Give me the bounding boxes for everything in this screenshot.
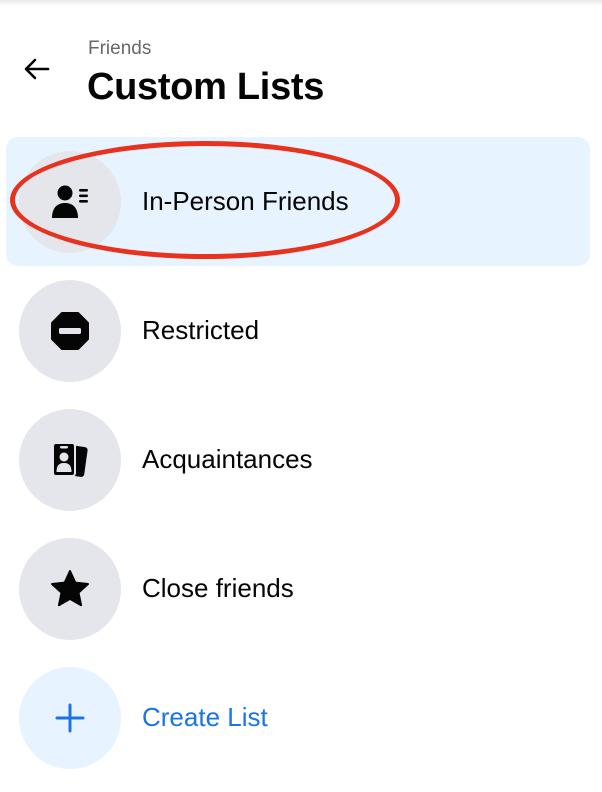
icon-circle	[19, 538, 121, 640]
page-title: Custom Lists	[87, 66, 325, 108]
restricted-icon	[51, 312, 89, 350]
back-button[interactable]	[18, 50, 56, 88]
plus-icon	[55, 703, 85, 733]
list-item-in-person-friends[interactable]: In-Person Friends	[6, 137, 590, 266]
contact-card-icon	[52, 185, 88, 218]
icon-circle	[19, 667, 121, 769]
icon-circle	[19, 280, 121, 382]
list-item-label: Close friends	[142, 573, 294, 603]
id-badges-icon	[52, 442, 88, 477]
back-arrow-icon	[24, 58, 50, 80]
list-item-label: Acquaintances	[142, 444, 313, 474]
star-icon	[51, 570, 89, 607]
create-list-label: Create List	[142, 702, 268, 732]
page-header: Friends Custom Lists	[0, 0, 602, 130]
create-list-button[interactable]: Create List	[6, 653, 590, 782]
icon-circle	[19, 409, 121, 511]
list-item-label: In-Person Friends	[142, 186, 349, 216]
list-item-close-friends[interactable]: Close friends	[6, 524, 590, 653]
breadcrumb[interactable]: Friends	[88, 38, 151, 60]
list-item-acquaintances[interactable]: Acquaintances	[6, 395, 590, 524]
list-item-restricted[interactable]: Restricted	[6, 266, 590, 395]
icon-circle	[19, 151, 121, 253]
custom-lists: In-Person Friends Restricted Acquaintanc…	[0, 137, 602, 782]
list-item-label: Restricted	[142, 315, 260, 345]
